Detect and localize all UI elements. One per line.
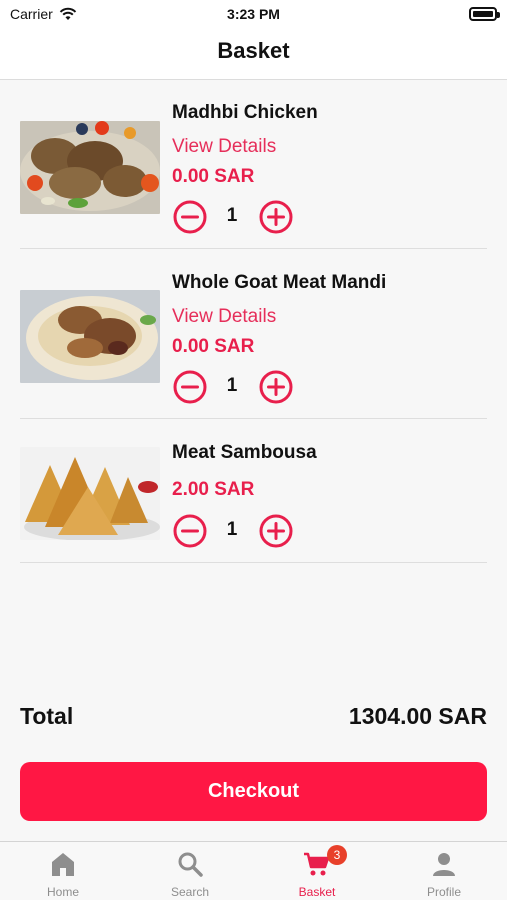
clock: 3:23 PM — [227, 6, 280, 22]
page-title: Basket — [217, 38, 290, 63]
tab-label: Home — [46, 885, 79, 899]
plus-circle-icon — [259, 514, 293, 548]
increase-quantity-button[interactable] — [259, 370, 293, 404]
tab-search[interactable]: Search — [127, 842, 253, 900]
minus-circle-icon — [173, 514, 207, 548]
total-amount: 1304.00 SAR — [348, 703, 487, 729]
home-icon — [52, 853, 74, 876]
decrease-quantity-button[interactable] — [173, 370, 207, 404]
view-details-link[interactable]: View Details — [172, 306, 276, 328]
item-name: Whole Goat Meat Mandi — [172, 272, 387, 293]
increase-quantity-button[interactable] — [259, 514, 293, 548]
tab-home[interactable]: Home — [0, 842, 126, 900]
basket-item: Whole Goat Meat Mandi View Details 0.00 … — [20, 249, 487, 419]
view-details-link[interactable]: View Details — [172, 136, 276, 158]
item-name: Meat Sambousa — [172, 442, 317, 463]
tab-profile[interactable]: Profile — [381, 842, 507, 900]
profile-icon — [433, 853, 455, 876]
item-name: Madhbi Chicken — [172, 102, 318, 123]
search-icon — [178, 852, 203, 877]
battery-icon — [469, 7, 500, 21]
plus-circle-icon — [259, 370, 293, 404]
tab-label: Basket — [298, 885, 336, 899]
plus-circle-icon — [259, 200, 293, 234]
status-bar: Carrier 3:23 PM — [0, 0, 507, 28]
checkout-button[interactable]: Checkout — [20, 762, 487, 821]
item-price: 0.00 SAR — [172, 336, 255, 357]
increase-quantity-button[interactable] — [259, 200, 293, 234]
decrease-quantity-button[interactable] — [173, 514, 207, 548]
sambousa-image — [20, 447, 160, 540]
cart-count-badge: 3 — [327, 845, 347, 865]
basket-item: Meat Sambousa 2.00 SAR 1 — [20, 419, 487, 563]
item-price: 2.00 SAR — [172, 479, 255, 500]
checkout-label: Checkout — [207, 780, 300, 802]
tab-label: Search — [170, 885, 210, 899]
decrease-quantity-button[interactable] — [173, 200, 207, 234]
item-price: 0.00 SAR — [172, 166, 255, 187]
minus-circle-icon — [173, 200, 207, 234]
goat-mandi-image — [20, 290, 160, 383]
tab-bar: Home Search 3 Basket Profile — [0, 841, 507, 900]
tab-basket[interactable]: 3 Basket — [254, 842, 380, 900]
navigation-bar: Basket — [0, 28, 507, 80]
quantity-value: 1 — [226, 375, 238, 396]
minus-circle-icon — [173, 370, 207, 404]
grilled-chicken-image — [20, 121, 160, 214]
tab-label: Profile — [426, 885, 461, 899]
basket-item: Madhbi Chicken View Details 0.00 SAR 1 — [20, 96, 487, 249]
quantity-value: 1 — [226, 519, 238, 540]
total-label: Total — [20, 703, 74, 729]
quantity-value: 1 — [226, 205, 238, 226]
